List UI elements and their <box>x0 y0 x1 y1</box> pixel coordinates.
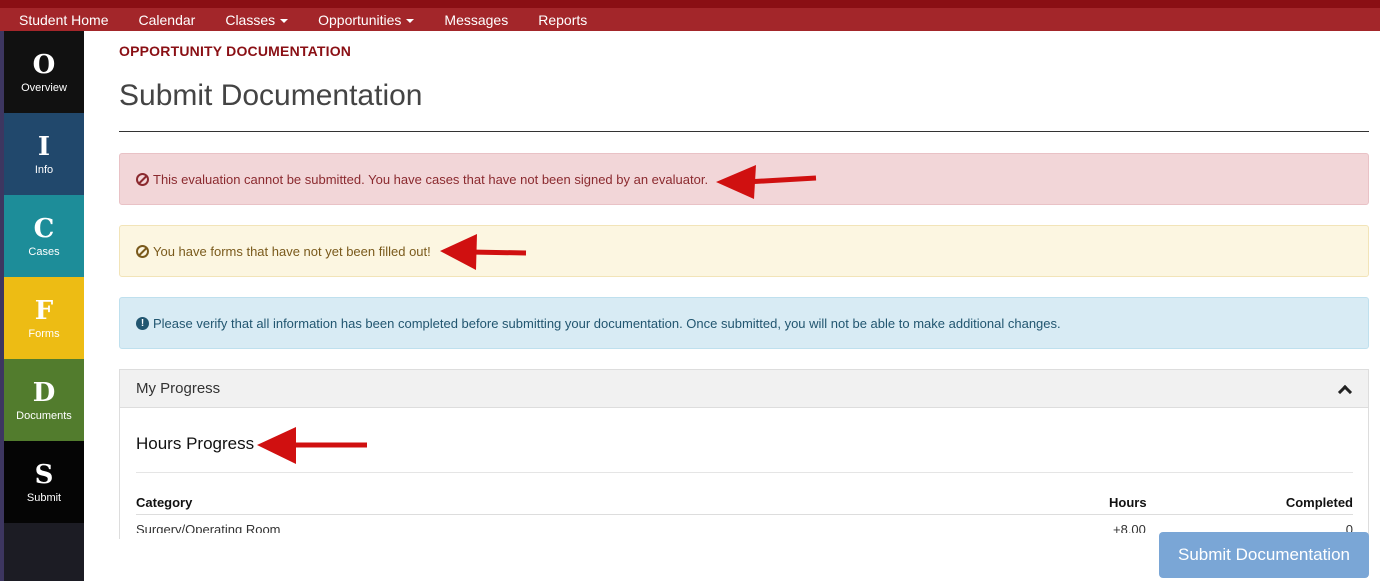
page-title: Submit Documentation <box>119 79 423 112</box>
alert-info-text: Please verify that all information has b… <box>153 315 1061 331</box>
panel-title: My Progress <box>136 380 221 397</box>
column-header-hours: Hours <box>1109 495 1147 510</box>
alert-info: ! Please verify that all information has… <box>119 297 1369 349</box>
section-title: Hours Progress <box>136 434 255 453</box>
sidebar-item-overview[interactable]: O Overview <box>4 31 84 113</box>
column-header-completed: Completed <box>1285 495 1353 510</box>
sidebar-item-info[interactable]: I Info <box>4 113 84 195</box>
sidebar-item-cases[interactable]: C Cases <box>4 195 84 277</box>
annotation-arrow-icon <box>257 427 367 464</box>
nav-label: Student Home <box>19 11 109 28</box>
sidebar-letter: D <box>32 377 56 408</box>
submit-documentation-button[interactable]: Submit Documentation <box>1159 532 1369 578</box>
table-header-divider <box>136 514 1353 515</box>
annotation-arrow-icon <box>716 165 817 199</box>
alert-warning: You have forms that have not yet been fi… <box>119 225 1369 277</box>
sidebar-item-label: Submit <box>26 491 62 504</box>
sidebar-item-label: Documents <box>16 409 72 422</box>
sidebar-item-submit[interactable]: S Submit <box>4 441 84 523</box>
caret-down-icon <box>406 18 415 23</box>
cell-category: Surgery/Operating Room <box>136 522 281 533</box>
sidebar-letter: O <box>32 49 56 80</box>
top-nav: Student Home Calendar Classes Opportunit… <box>0 8 602 31</box>
nav-label: Messages <box>444 11 509 28</box>
nav-reports[interactable]: Reports <box>523 12 602 28</box>
sidebar-letter: C <box>33 213 55 244</box>
sidebar-item-forms[interactable]: F Forms <box>4 277 84 359</box>
cell-hours: +8.00 <box>1113 522 1146 533</box>
annotation-arrow-icon <box>440 234 527 270</box>
sidebar-item-label: Cases <box>28 245 60 258</box>
nav-student-home[interactable]: Student Home <box>0 12 124 28</box>
nav-label: Classes <box>225 11 276 28</box>
nav-classes[interactable]: Classes <box>210 12 303 28</box>
sidebar-item-label: Info <box>34 163 54 176</box>
sidebar-letter: I <box>37 131 51 162</box>
info-icon: ! <box>136 316 149 330</box>
chevron-up-icon[interactable] <box>1337 384 1353 399</box>
nav-label: Opportunities <box>318 11 402 28</box>
nav-label: Calendar <box>138 11 196 28</box>
section-divider <box>136 472 1353 473</box>
title-divider <box>119 131 1369 132</box>
step-sidebar: O Overview I Info C Cases F Forms D Docu… <box>4 31 84 581</box>
top-navbar: Student Home Calendar Classes Opportunit… <box>0 0 1380 31</box>
sidebar-letter: F <box>34 295 54 326</box>
ban-icon <box>136 244 149 258</box>
sidebar-item-documents[interactable]: D Documents <box>4 359 84 441</box>
alert-danger-text: This evaluation cannot be submitted. You… <box>153 171 709 187</box>
nav-calendar[interactable]: Calendar <box>124 12 211 28</box>
alert-warning-text: You have forms that have not yet been fi… <box>153 243 431 259</box>
sidebar-item-label: Forms <box>28 327 60 340</box>
sidebar-item-label: Overview <box>21 81 67 94</box>
column-header-category: Category <box>136 495 193 510</box>
nav-opportunities[interactable]: Opportunities <box>303 12 429 28</box>
nav-label: Reports <box>538 11 588 28</box>
ban-icon <box>136 172 149 186</box>
page-kicker: OPPORTUNITY DOCUMENTATION <box>119 43 352 59</box>
nav-messages[interactable]: Messages <box>429 12 523 28</box>
sidebar-letter: S <box>34 459 54 490</box>
caret-down-icon <box>280 18 289 23</box>
panel-header[interactable]: My Progress <box>120 370 1368 408</box>
